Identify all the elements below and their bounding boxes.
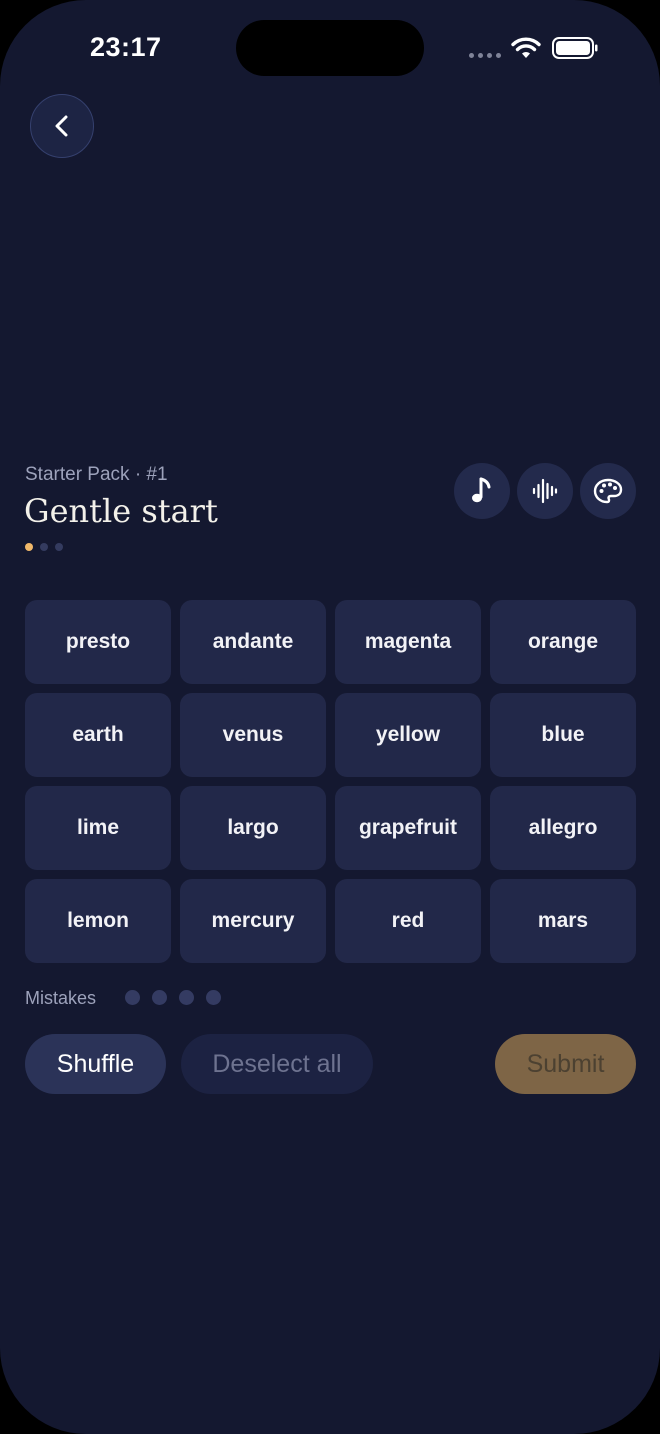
music-note-icon: [472, 477, 491, 503]
puzzle-title: Gentle start: [24, 492, 218, 530]
progress-dot: [40, 543, 48, 551]
mistake-dot: [125, 990, 140, 1005]
word-tile[interactable]: lemon: [25, 879, 171, 963]
chevron-left-icon: [55, 115, 68, 137]
word-tile[interactable]: orange: [490, 600, 636, 684]
audio-waveform-icon: [532, 478, 558, 504]
dynamic-island: [236, 20, 424, 76]
pack-label: Starter Pack · #1: [25, 464, 168, 485]
mistake-dot: [206, 990, 221, 1005]
cellular-signal-icon: [469, 53, 503, 59]
submit-button[interactable]: Submit: [495, 1034, 636, 1094]
word-tile[interactable]: blue: [490, 693, 636, 777]
deselect-all-button[interactable]: Deselect all: [181, 1034, 373, 1094]
theme-button[interactable]: [580, 463, 636, 519]
word-tile[interactable]: presto: [25, 600, 171, 684]
back-button[interactable]: [30, 94, 94, 158]
word-tile[interactable]: venus: [180, 693, 326, 777]
word-tile[interactable]: yellow: [335, 693, 481, 777]
mistake-dot: [152, 990, 167, 1005]
wifi-icon: [511, 37, 541, 58]
word-tile[interactable]: mercury: [180, 879, 326, 963]
sound-toggle-button[interactable]: [517, 463, 573, 519]
mistakes-label: Mistakes: [25, 988, 97, 1008]
shuffle-button[interactable]: Shuffle: [25, 1034, 166, 1094]
progress-dot-active: [25, 543, 33, 551]
app-screen: 23:17 Starter Pack · #1 Gentle start pre…: [0, 0, 660, 1434]
word-tile[interactable]: mars: [490, 879, 636, 963]
music-toggle-button[interactable]: [454, 463, 510, 519]
word-tile[interactable]: andante: [180, 600, 326, 684]
word-tile[interactable]: lime: [25, 786, 171, 870]
word-tile[interactable]: magenta: [335, 600, 481, 684]
word-tile[interactable]: earth: [25, 693, 171, 777]
word-tile[interactable]: grapefruit: [335, 786, 481, 870]
mistake-dot: [179, 990, 194, 1005]
battery-icon: [552, 37, 598, 59]
status-time: 23:17: [90, 32, 162, 62]
palette-icon: [593, 478, 623, 504]
word-tile[interactable]: allegro: [490, 786, 636, 870]
progress-dot: [55, 543, 63, 551]
word-tile[interactable]: largo: [180, 786, 326, 870]
word-tile[interactable]: red: [335, 879, 481, 963]
